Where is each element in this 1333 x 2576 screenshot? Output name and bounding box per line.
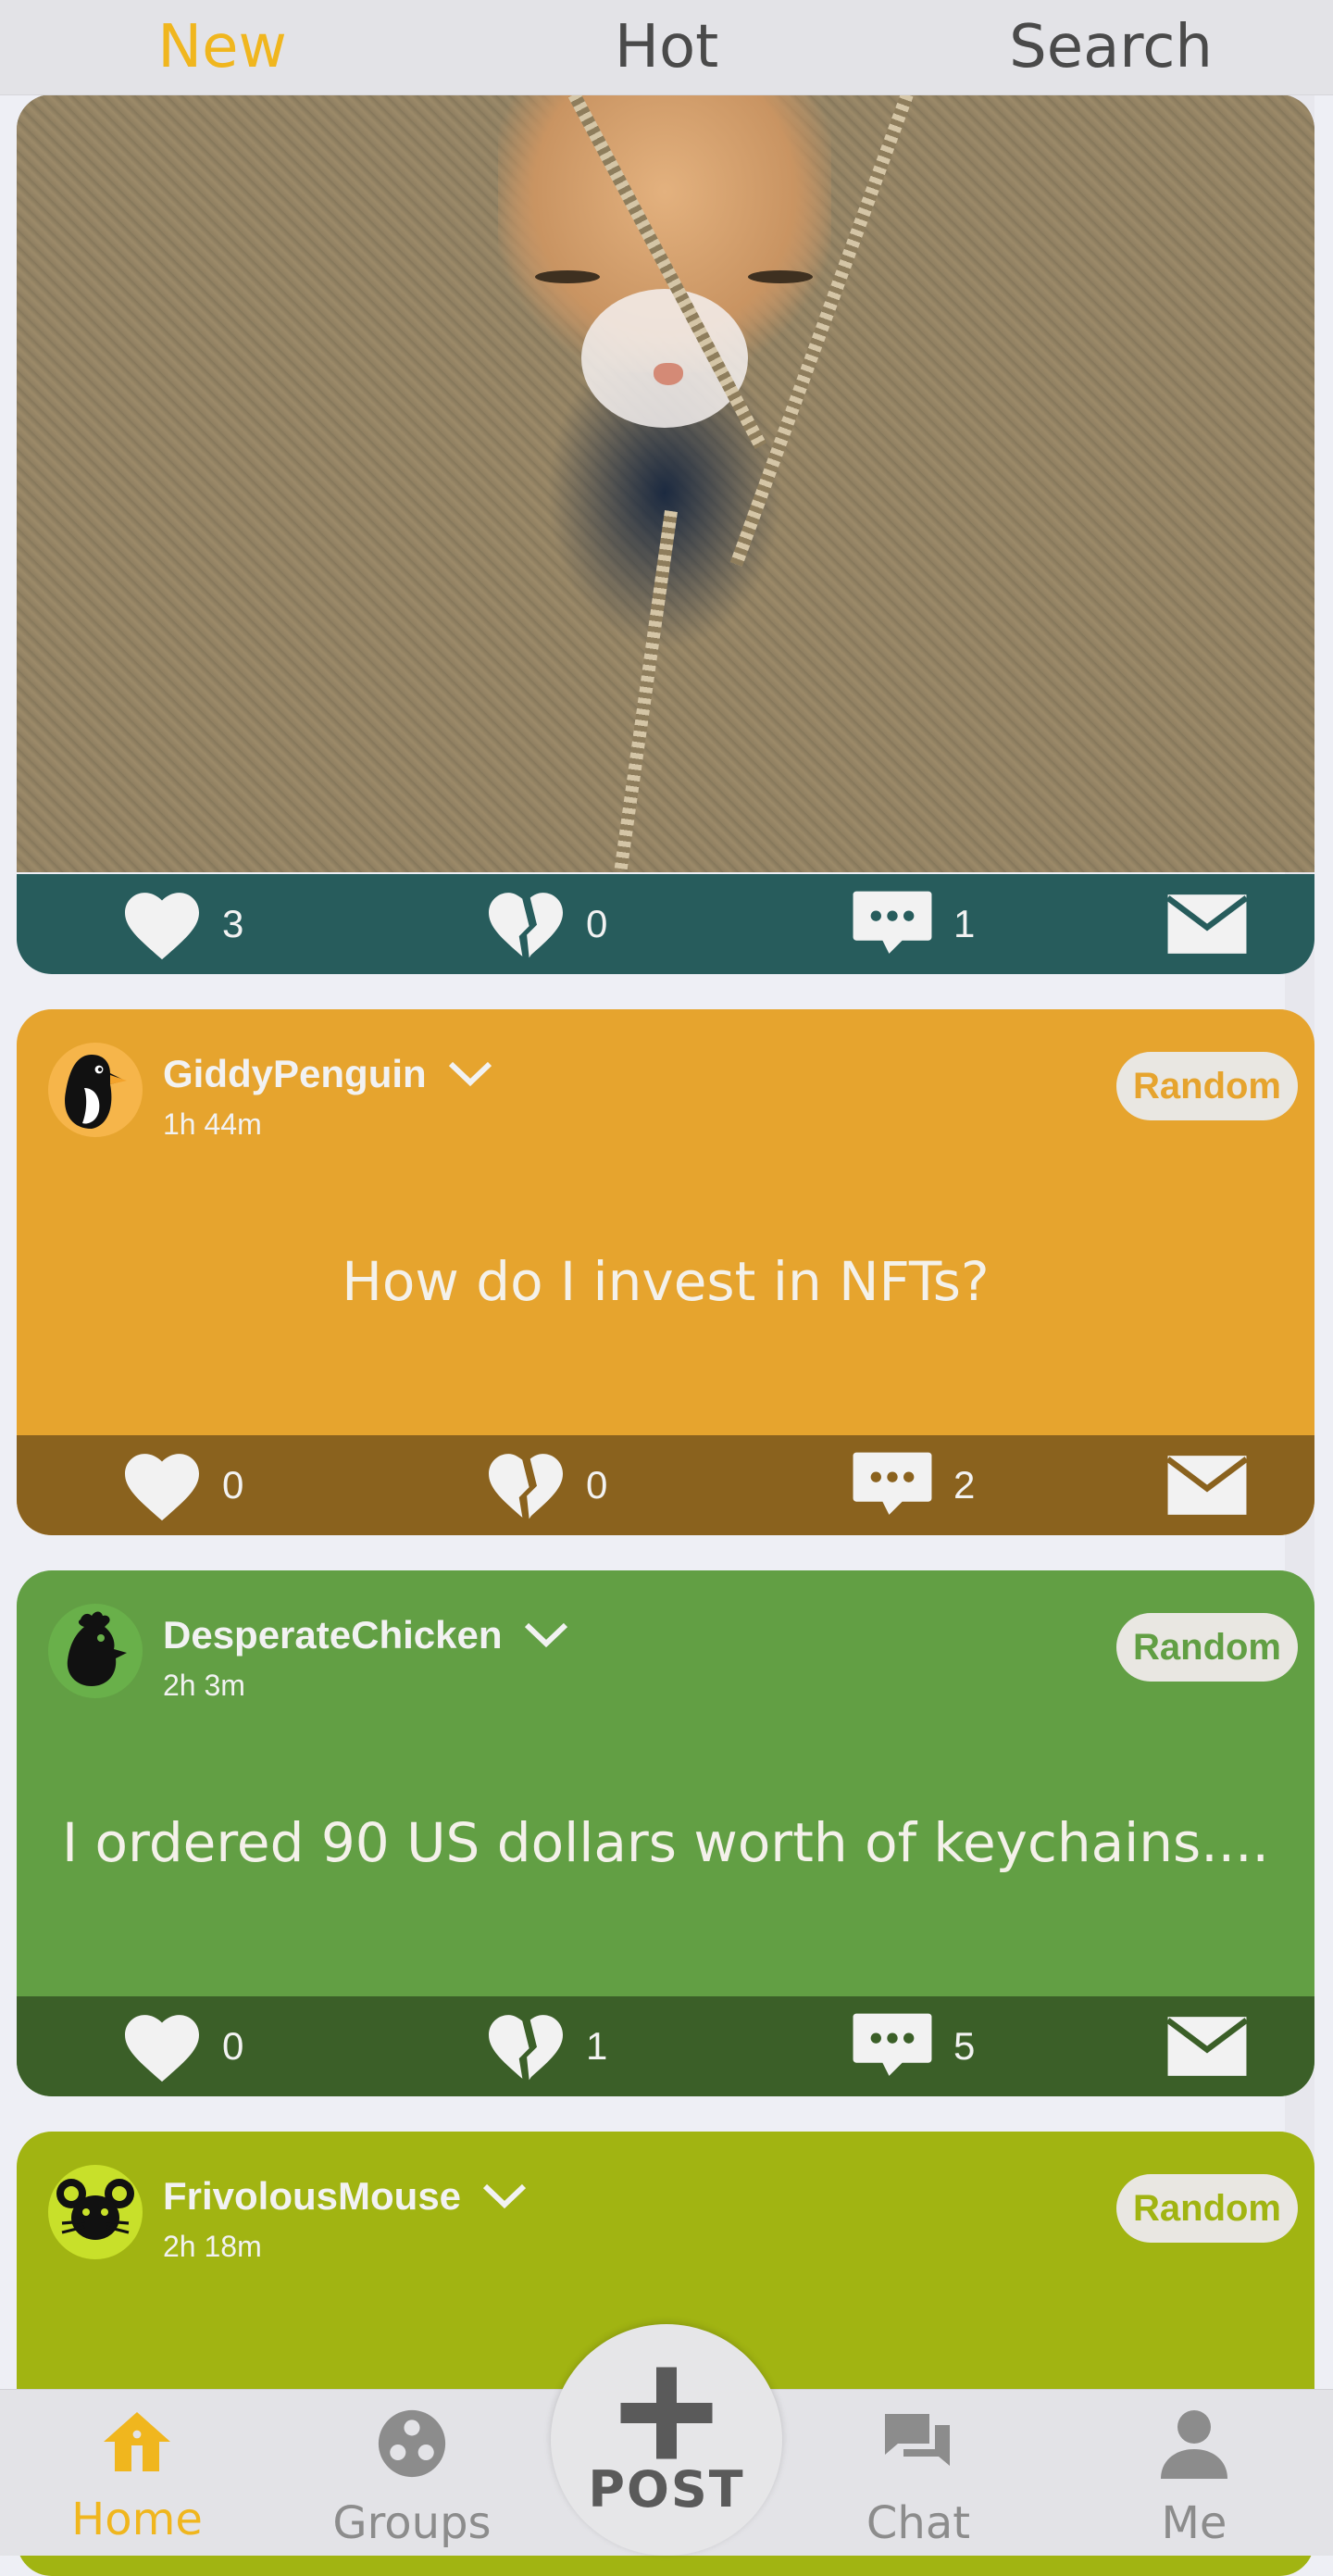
nav-chat-label: Chat: [866, 2497, 971, 2549]
nav-groups-label: Groups: [332, 2497, 492, 2549]
like-count: 3: [222, 902, 244, 945]
dislike-button[interactable]: 0: [484, 1435, 607, 1535]
like-button[interactable]: 0: [120, 1996, 243, 2096]
message-button[interactable]: [1165, 1435, 1250, 1535]
tab-search[interactable]: Search: [889, 13, 1333, 81]
username-label: DesperateChicken: [163, 1613, 503, 1657]
post-button[interactable]: POST: [551, 2324, 782, 2556]
comment-button[interactable]: 2: [850, 1435, 975, 1535]
groups-icon: [378, 2409, 446, 2478]
post-header: GiddyPenguin 1h 44m Random: [17, 1009, 1314, 1141]
post-header: DesperateChicken 2h 3m Random: [17, 1570, 1314, 1702]
comment-button[interactable]: 5: [850, 1996, 975, 2096]
penguin-icon: [65, 1055, 127, 1129]
mouse-icon: [56, 2179, 134, 2240]
comment-button[interactable]: 1: [850, 874, 975, 974]
topic-badge[interactable]: Random: [1116, 2174, 1298, 2243]
post-text[interactable]: How do I invest in NFTs?: [17, 1250, 1314, 1313]
chicken-icon: [67, 1611, 127, 1686]
username-label: FrivolousMouse: [163, 2174, 462, 2218]
topic-badge[interactable]: Random: [1116, 1613, 1298, 1682]
cat-eye-right: [748, 270, 813, 283]
nav-me[interactable]: Me: [1102, 2408, 1287, 2549]
envelope-icon: [1165, 894, 1249, 954]
heart-icon: [125, 1454, 199, 1521]
envelope-icon: [1165, 1456, 1249, 1515]
username[interactable]: GiddyPenguin: [163, 1052, 493, 1096]
avatar[interactable]: [48, 1604, 143, 1698]
avatar[interactable]: [48, 1043, 143, 1137]
post-image[interactable]: [17, 94, 1314, 872]
topic-badge[interactable]: Random: [1116, 1052, 1298, 1120]
nav-home-label: Home: [71, 2494, 203, 2545]
tab-new[interactable]: New: [0, 13, 444, 81]
person-icon: [1161, 2410, 1227, 2479]
comment-icon: [853, 2013, 932, 2076]
action-bar: 0 0 2: [17, 1435, 1314, 1535]
post-card-image[interactable]: 3 0 1: [17, 94, 1314, 974]
like-count: 0: [222, 2024, 244, 2068]
post-card[interactable]: DesperateChicken 2h 3m Random I ordered …: [17, 1570, 1314, 2096]
dislike-count: 0: [586, 1463, 608, 1507]
dislike-count: 1: [586, 2024, 608, 2068]
nav-home[interactable]: Home: [44, 2408, 230, 2545]
post-time: 1h 44m: [163, 1107, 262, 1141]
envelope-icon: [1165, 2017, 1249, 2076]
chevron-down-icon[interactable]: [523, 1621, 569, 1649]
action-bar: 3 0 1: [17, 874, 1314, 974]
top-tab-bar: New Hot Search: [0, 0, 1333, 95]
chevron-down-icon[interactable]: [447, 1060, 493, 1088]
dislike-button[interactable]: 1: [484, 1996, 607, 2096]
zipper-bottom: [614, 510, 678, 870]
heart-icon: [125, 893, 199, 960]
post-button-label: POST: [588, 2459, 745, 2519]
comment-count: 5: [953, 2024, 976, 2068]
broken-heart-icon: [489, 2015, 563, 2081]
like-button[interactable]: 3: [120, 874, 243, 974]
heart-icon: [125, 2015, 199, 2082]
cat-muzzle: [581, 289, 748, 428]
username[interactable]: FrivolousMouse: [163, 2174, 528, 2219]
tab-hot[interactable]: Hot: [444, 13, 889, 81]
action-bar: 0 1 5: [17, 1996, 1314, 2096]
username-label: GiddyPenguin: [163, 1052, 427, 1095]
plus-icon: [620, 2367, 713, 2458]
post-time: 2h 3m: [163, 1669, 245, 1702]
dislike-count: 0: [586, 902, 608, 945]
home-icon: [104, 2412, 170, 2471]
nav-me-label: Me: [1161, 2497, 1227, 2549]
chevron-down-icon[interactable]: [481, 2182, 528, 2210]
comment-count: 2: [953, 1463, 976, 1507]
comment-count: 1: [953, 902, 976, 945]
chat-icon: [885, 2414, 950, 2466]
dislike-button[interactable]: 0: [484, 874, 607, 974]
avatar[interactable]: [48, 2165, 143, 2259]
nav-groups[interactable]: Groups: [319, 2408, 505, 2549]
comment-icon: [853, 891, 932, 954]
broken-heart-icon: [489, 893, 563, 958]
cat-eye-left: [535, 270, 600, 283]
cat-nose: [654, 363, 683, 385]
post-header: FrivolousMouse 2h 18m Random: [17, 2132, 1314, 2263]
like-count: 0: [222, 1463, 244, 1507]
post-card[interactable]: GiddyPenguin 1h 44m Random How do I inve…: [17, 1009, 1314, 1535]
username[interactable]: DesperateChicken: [163, 1613, 569, 1657]
broken-heart-icon: [489, 1454, 563, 1519]
post-text[interactable]: I ordered 90 US dollars worth of keychai…: [17, 1811, 1314, 1874]
post-time: 2h 18m: [163, 2230, 262, 2263]
comment-icon: [853, 1452, 932, 1515]
message-button[interactable]: [1165, 874, 1250, 974]
like-button[interactable]: 0: [120, 1435, 243, 1535]
message-button[interactable]: [1165, 1996, 1250, 2096]
nav-chat[interactable]: Chat: [826, 2408, 1011, 2549]
